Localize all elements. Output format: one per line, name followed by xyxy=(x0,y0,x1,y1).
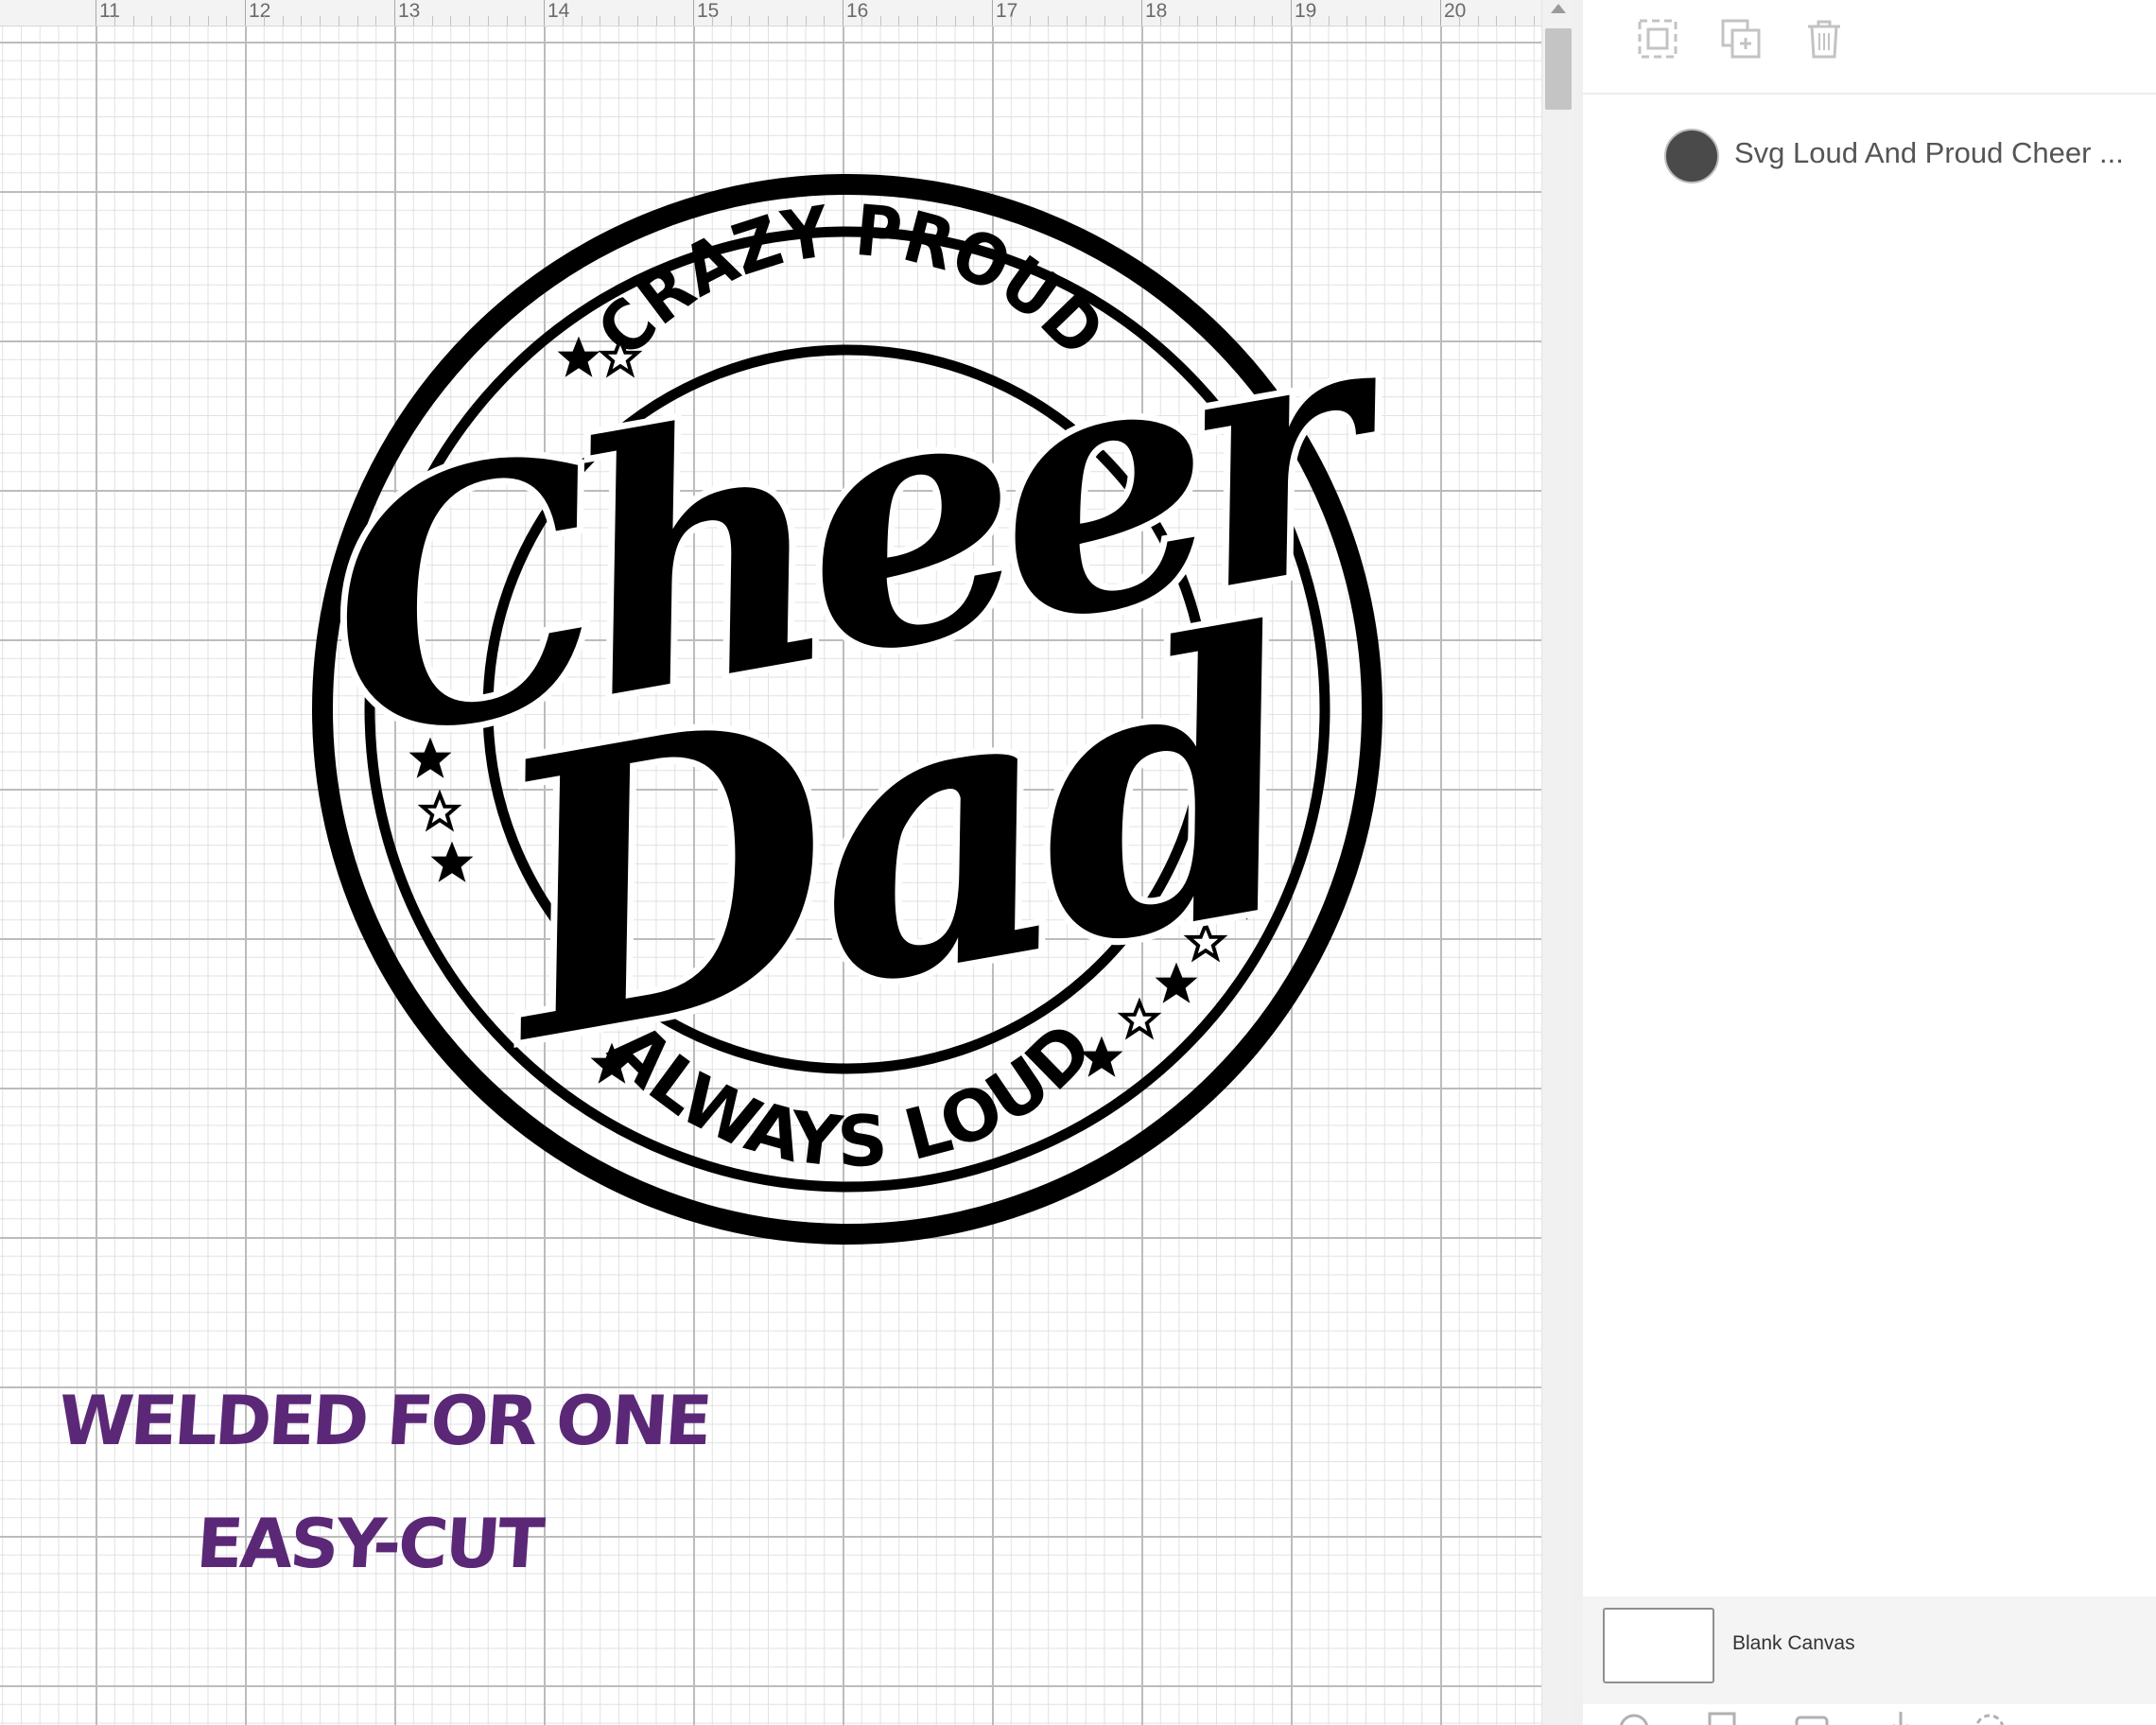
bottom-toolbar xyxy=(1583,1704,2156,1725)
flatten-icon[interactable] xyxy=(1882,1708,1920,1725)
layers-toolbar xyxy=(1583,0,2156,95)
slice-icon[interactable] xyxy=(1615,1708,1653,1725)
design-canvas[interactable]: 11 12 13 14 15 16 17 18 19 20 CRAZY PROUD ALWAYS … xyxy=(0,0,1541,1725)
group-icon[interactable] xyxy=(1636,17,1679,61)
attach-icon[interactable] xyxy=(1793,1708,1831,1725)
cheer-dad-design[interactable]: CRAZY PROUD ALWAYS LOUD Cheer Dad xyxy=(0,0,1541,1725)
note-easy-cut: EASY-CUT xyxy=(194,1504,545,1583)
layer-item[interactable]: Svg Loud And Proud Cheer ... xyxy=(1583,119,2156,195)
scroll-up-arrow-icon[interactable] xyxy=(1551,4,1566,13)
blank-canvas-label: Blank Canvas xyxy=(1732,1632,1855,1654)
delete-icon[interactable] xyxy=(1802,17,1846,61)
combine-icon[interactable] xyxy=(1704,1708,1742,1725)
note-welded: WELDED FOR ONE xyxy=(56,1381,712,1460)
scroll-thumb[interactable] xyxy=(1545,28,1572,110)
layers-panel: Svg Loud And Proud Cheer ... Blank Canva… xyxy=(1574,0,2156,1725)
layer-name: Svg Loud And Proud Cheer ... xyxy=(1734,136,2124,169)
canvas-row[interactable]: Blank Canvas xyxy=(1583,1596,2156,1704)
contour-icon[interactable] xyxy=(1971,1708,2008,1725)
canvas-scrollbar[interactable] xyxy=(1541,0,1574,1725)
blank-canvas-swatch[interactable] xyxy=(1603,1608,1714,1683)
duplicate-icon[interactable] xyxy=(1719,17,1763,61)
layer-thumbnail-icon xyxy=(1664,129,1719,183)
